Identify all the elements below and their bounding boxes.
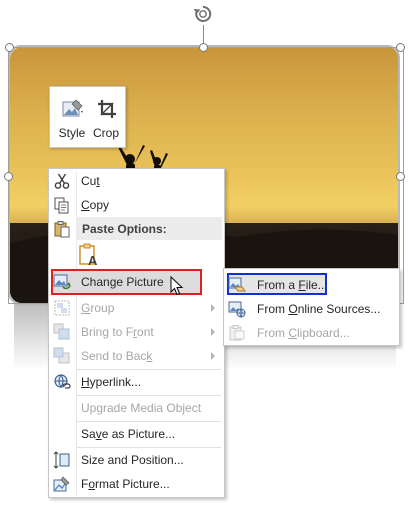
save-as-picture-label-a: Sa: [81, 427, 96, 441]
menu-item-send-to-back: Send to Back: [49, 344, 224, 368]
bring-to-front-arrow-icon: [211, 328, 215, 336]
menu-item-cut[interactable]: Cut: [49, 169, 224, 193]
from-online-sources-label-a: From: [257, 302, 289, 316]
paste-keep-text-icon[interactable]: A: [78, 243, 100, 267]
group-icon: [54, 300, 70, 316]
size-and-position-icon: [53, 451, 70, 469]
paste-options-label: Paste Options:: [82, 222, 167, 236]
change-picture-label: Change Picture: [81, 275, 164, 289]
group-arrow-icon: [211, 304, 215, 312]
from-file-icon: [228, 277, 246, 292]
from-a-file-label-b: ile...: [305, 278, 328, 292]
from-a-file-label-key: F: [298, 278, 306, 292]
online-sources-icon: [228, 301, 246, 318]
copy-icon: [54, 197, 69, 214]
group-label-key: G: [81, 301, 91, 315]
svg-text:A: A: [88, 253, 98, 267]
size-and-position-label-a: Size and Position: [81, 453, 174, 467]
from-online-sources-label-key: O: [288, 302, 298, 316]
send-to-back-icon: [53, 347, 70, 364]
crop-button[interactable]: Crop: [89, 93, 123, 143]
group-label-b: roup: [90, 301, 115, 315]
format-picture-label-b: rmat Picture...: [95, 477, 170, 491]
change-picture-icon: [53, 274, 71, 290]
resize-handle-top-right[interactable]: [396, 43, 405, 52]
cut-label-key: t: [96, 174, 100, 188]
menu-item-format-picture[interactable]: Format Picture...: [49, 472, 224, 496]
style-label: Style: [58, 126, 86, 140]
resize-handle-left[interactable]: [4, 172, 13, 181]
menu-item-copy[interactable]: Copy: [49, 193, 224, 217]
send-to-back-arrow-icon: [211, 352, 215, 360]
mini-toolbar: Style Crop: [49, 86, 126, 148]
copy-label-b: opy: [89, 198, 110, 212]
from-clipboard-label-a: From: [257, 326, 289, 340]
paste-options-header: Paste Options:: [76, 217, 222, 240]
save-as-picture-label-b: e as Picture...: [101, 427, 176, 441]
cut-label-a: Cu: [81, 174, 97, 188]
rotate-stem: [203, 25, 204, 44]
copy-label-key: C: [81, 198, 90, 212]
resize-handle-top-left[interactable]: [5, 43, 14, 52]
menu-item-change-picture[interactable]: Change Picture: [49, 270, 238, 294]
menu-item-bring-to-front: Bring to Front: [49, 320, 224, 344]
mouse-pointer-icon: [170, 276, 184, 296]
menu-item-upgrade-media-object: Upgrade Media Object: [49, 396, 224, 420]
bring-to-front-icon: [53, 323, 70, 340]
resize-handle-right[interactable]: [396, 172, 405, 181]
from-clipboard-label-key: C: [288, 326, 298, 340]
from-clipboard-icon: [229, 325, 245, 341]
change-picture-submenu: From a File... From Online Sources... Fr…: [223, 268, 400, 346]
hyperlink-label-b: yperlink...: [89, 375, 142, 389]
submenu-item-from-a-file[interactable]: From a File...: [224, 273, 399, 297]
crop-label: Crop: [92, 126, 119, 140]
resize-handle-top[interactable]: [199, 43, 208, 52]
send-to-back-label-key: k: [146, 349, 153, 363]
hyperlink-globe-icon: [54, 374, 71, 389]
from-a-file-label-a: From a: [257, 278, 299, 292]
from-clipboard-label-b: lipboard...: [297, 326, 350, 340]
menu-item-save-as-picture[interactable]: Save as Picture...: [49, 422, 224, 446]
hyperlink-label-key: H: [81, 375, 90, 389]
context-menu: Cut Copy Paste Options: A Change Picture: [48, 168, 238, 498]
picture-style-icon: [62, 99, 83, 117]
send-to-back-label-a: Send to Bac: [81, 349, 147, 363]
size-and-position-label-b: ...: [173, 453, 184, 467]
menu-item-group: Group: [49, 296, 224, 320]
upgrade-media-object-label: Upgrade Media Object: [81, 401, 202, 415]
bring-to-front-label-b: ont: [137, 325, 154, 339]
submenu-item-from-clipboard: From Clipboard...: [224, 321, 399, 345]
menu-item-hyperlink[interactable]: Hyperlink...: [49, 370, 224, 394]
style-button[interactable]: Style: [55, 93, 89, 143]
scissors-icon: [54, 173, 70, 189]
format-picture-icon: [53, 476, 70, 492]
bring-to-front-label-a: Bring to F: [81, 325, 134, 339]
menu-item-size-and-position[interactable]: Size and Position...: [49, 448, 224, 472]
submenu-item-from-online-sources[interactable]: From Online Sources...: [224, 297, 399, 321]
crop-icon: [98, 100, 116, 118]
rotate-handle-icon[interactable]: [192, 3, 214, 25]
from-online-sources-label-b: nline Sources...: [297, 302, 381, 316]
paste-clipboard-icon: [54, 221, 70, 238]
